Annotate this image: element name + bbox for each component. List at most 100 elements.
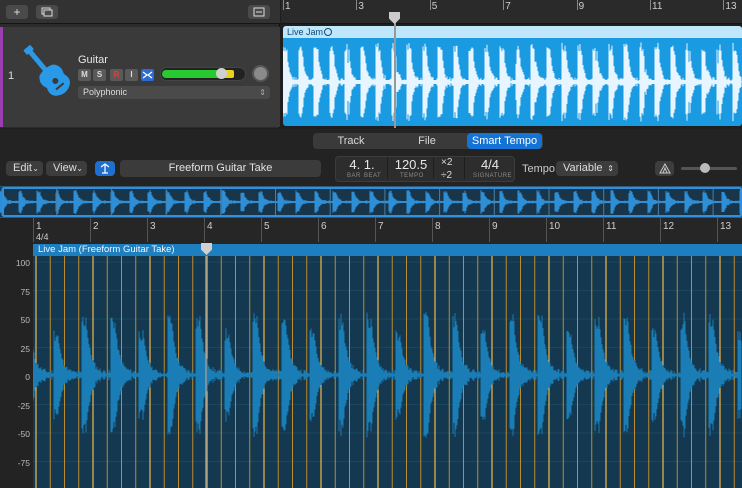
amplitude-label: -75: [17, 457, 30, 468]
edit-menu[interactable]: Edit ⌄: [6, 161, 43, 176]
tab-track[interactable]: Track: [316, 133, 386, 149]
lcd-divider: [387, 157, 388, 179]
signature-label: SIGNATURE: [473, 173, 513, 179]
duplicate-track-button[interactable]: [36, 5, 58, 19]
volume-meter-fill: [162, 70, 224, 78]
ruler-bar-number: 3: [358, 1, 364, 12]
duplicate-icon: [41, 7, 53, 17]
input-monitoring-button[interactable]: I: [125, 69, 138, 81]
lcd-divider: [464, 157, 465, 179]
plus-icon: +: [13, 5, 21, 19]
editor-ruler-bar-number: 6: [321, 221, 327, 232]
view-menu[interactable]: View ⌄: [46, 161, 87, 176]
guitar-icon[interactable]: [22, 40, 72, 102]
view-menu-label: View: [53, 162, 77, 174]
amplitude-label: -50: [17, 429, 30, 439]
amplitude-label: 0: [25, 372, 30, 382]
take-name-field[interactable]: Freeform Guitar Take: [120, 160, 321, 177]
editor-ruler-bar-number: 11: [606, 221, 617, 232]
amplitude-label: 50: [20, 315, 30, 325]
ruler-tick: [283, 0, 284, 10]
chevron-down-icon: ⌄: [76, 164, 83, 173]
tracks-ruler[interactable]: [281, 0, 742, 24]
tempo-display[interactable]: 120.5: [390, 157, 432, 172]
track-preset-value: Polyphonic: [83, 87, 128, 97]
amplitude-label: 75: [20, 286, 30, 297]
amplitude-label: -25: [17, 400, 30, 411]
bar-label: BAR: [347, 173, 361, 179]
editor-ruler-tick: [90, 218, 91, 242]
ruler-tick: [650, 0, 651, 10]
track-preset-select[interactable]: Polyphonic ⇕: [78, 86, 270, 99]
editor-ruler-tick: [204, 218, 205, 242]
editor-region-name: Live Jam (Freeform Guitar Take): [38, 244, 175, 255]
signature-display[interactable]: 4/4: [470, 157, 510, 172]
tempo-mode-value: Variable: [563, 162, 603, 174]
position-display[interactable]: 4. 1.: [342, 157, 382, 172]
ruler-tick: [723, 0, 725, 10]
global-tracks-icon: [253, 7, 265, 17]
chevron-down-icon: ⌄: [32, 164, 39, 173]
editor-ruler-bar-number: 2: [93, 221, 99, 232]
track-number: 1: [8, 70, 15, 82]
editor-ruler-tick: [147, 218, 148, 242]
flex-button[interactable]: [655, 161, 674, 176]
ruler-bar-number: 13: [725, 1, 737, 12]
editor-ruler-tick: [318, 218, 319, 242]
double-tempo-button[interactable]: ×2: [441, 157, 452, 168]
editor-ruler-bar-number: 1: [36, 221, 42, 232]
editor-ruler-bar-number: 3: [150, 221, 156, 232]
editor-ruler-tick: [375, 218, 376, 242]
pan-knob[interactable]: [252, 65, 269, 82]
editor-ruler-bar-number: 13: [720, 221, 732, 232]
editor-ruler-tick: [432, 218, 433, 242]
editor-ruler-bar-number: 7: [378, 221, 384, 232]
half-tempo-button[interactable]: ÷2: [441, 170, 452, 181]
ruler-bar-number: 11: [652, 1, 663, 12]
volume-slider-knob[interactable]: [216, 68, 227, 79]
editor-ruler-bar-number: 5: [264, 221, 270, 232]
editor-ruler-tick: [33, 218, 34, 242]
tempo-mode-select[interactable]: Variable ⇕: [556, 161, 618, 176]
track-name[interactable]: Guitar: [78, 54, 108, 66]
amplitude-label: 25: [20, 343, 30, 354]
tracks-header: +: [0, 0, 280, 24]
editor-ruler-tick: [603, 218, 604, 242]
lcd-divider: [433, 157, 434, 179]
overview-visible-range[interactable]: [2, 187, 742, 217]
mute-button[interactable]: M: [78, 69, 91, 81]
input-button[interactable]: [141, 69, 154, 81]
zoom-slider-knob[interactable]: [700, 163, 710, 173]
global-tracks-button[interactable]: [248, 5, 270, 19]
audio-region-waveform: [283, 42, 742, 122]
ruler-tick: [429, 0, 431, 10]
tab-smart-tempo[interactable]: Smart Tempo: [467, 133, 542, 149]
edit-menu-label: Edit: [13, 162, 32, 174]
beat-label: BEAT: [364, 173, 382, 179]
ruler-tick: [356, 0, 358, 10]
editor-ruler-bar-number: 9: [492, 221, 498, 232]
ruler-bar-number: 5: [431, 1, 438, 12]
editor-ruler[interactable]: [33, 218, 742, 244]
chevron-updown-icon: ⇕: [607, 164, 614, 173]
audio-region-header[interactable]: [283, 26, 742, 38]
beat-detection-icon: [100, 163, 110, 174]
editor-ruler-tick: [261, 218, 262, 242]
ruler-bar-number: 9: [578, 1, 585, 12]
record-enable-button[interactable]: R: [110, 69, 123, 81]
editor-ruler-bar-number: 12: [663, 221, 675, 232]
flex-icon: [658, 162, 671, 174]
tempo-mode-label: Tempo:: [522, 163, 559, 175]
solo-button[interactable]: S: [93, 69, 106, 81]
add-track-button[interactable]: +: [6, 5, 28, 19]
editor-ruler-bar-number: 10: [549, 221, 561, 232]
tab-file[interactable]: File: [392, 133, 462, 149]
input-icon: [142, 71, 153, 79]
beat-detection-button[interactable]: [95, 161, 115, 176]
editor-ruler-tick: [660, 218, 661, 242]
editor-ruler-bar-number: 8: [435, 221, 441, 232]
tempo-label: TEMPO: [400, 173, 424, 179]
time-signature-marker: 4/4: [36, 232, 49, 242]
ruler-bar-number: 7: [505, 1, 511, 12]
playhead[interactable]: [394, 14, 396, 128]
